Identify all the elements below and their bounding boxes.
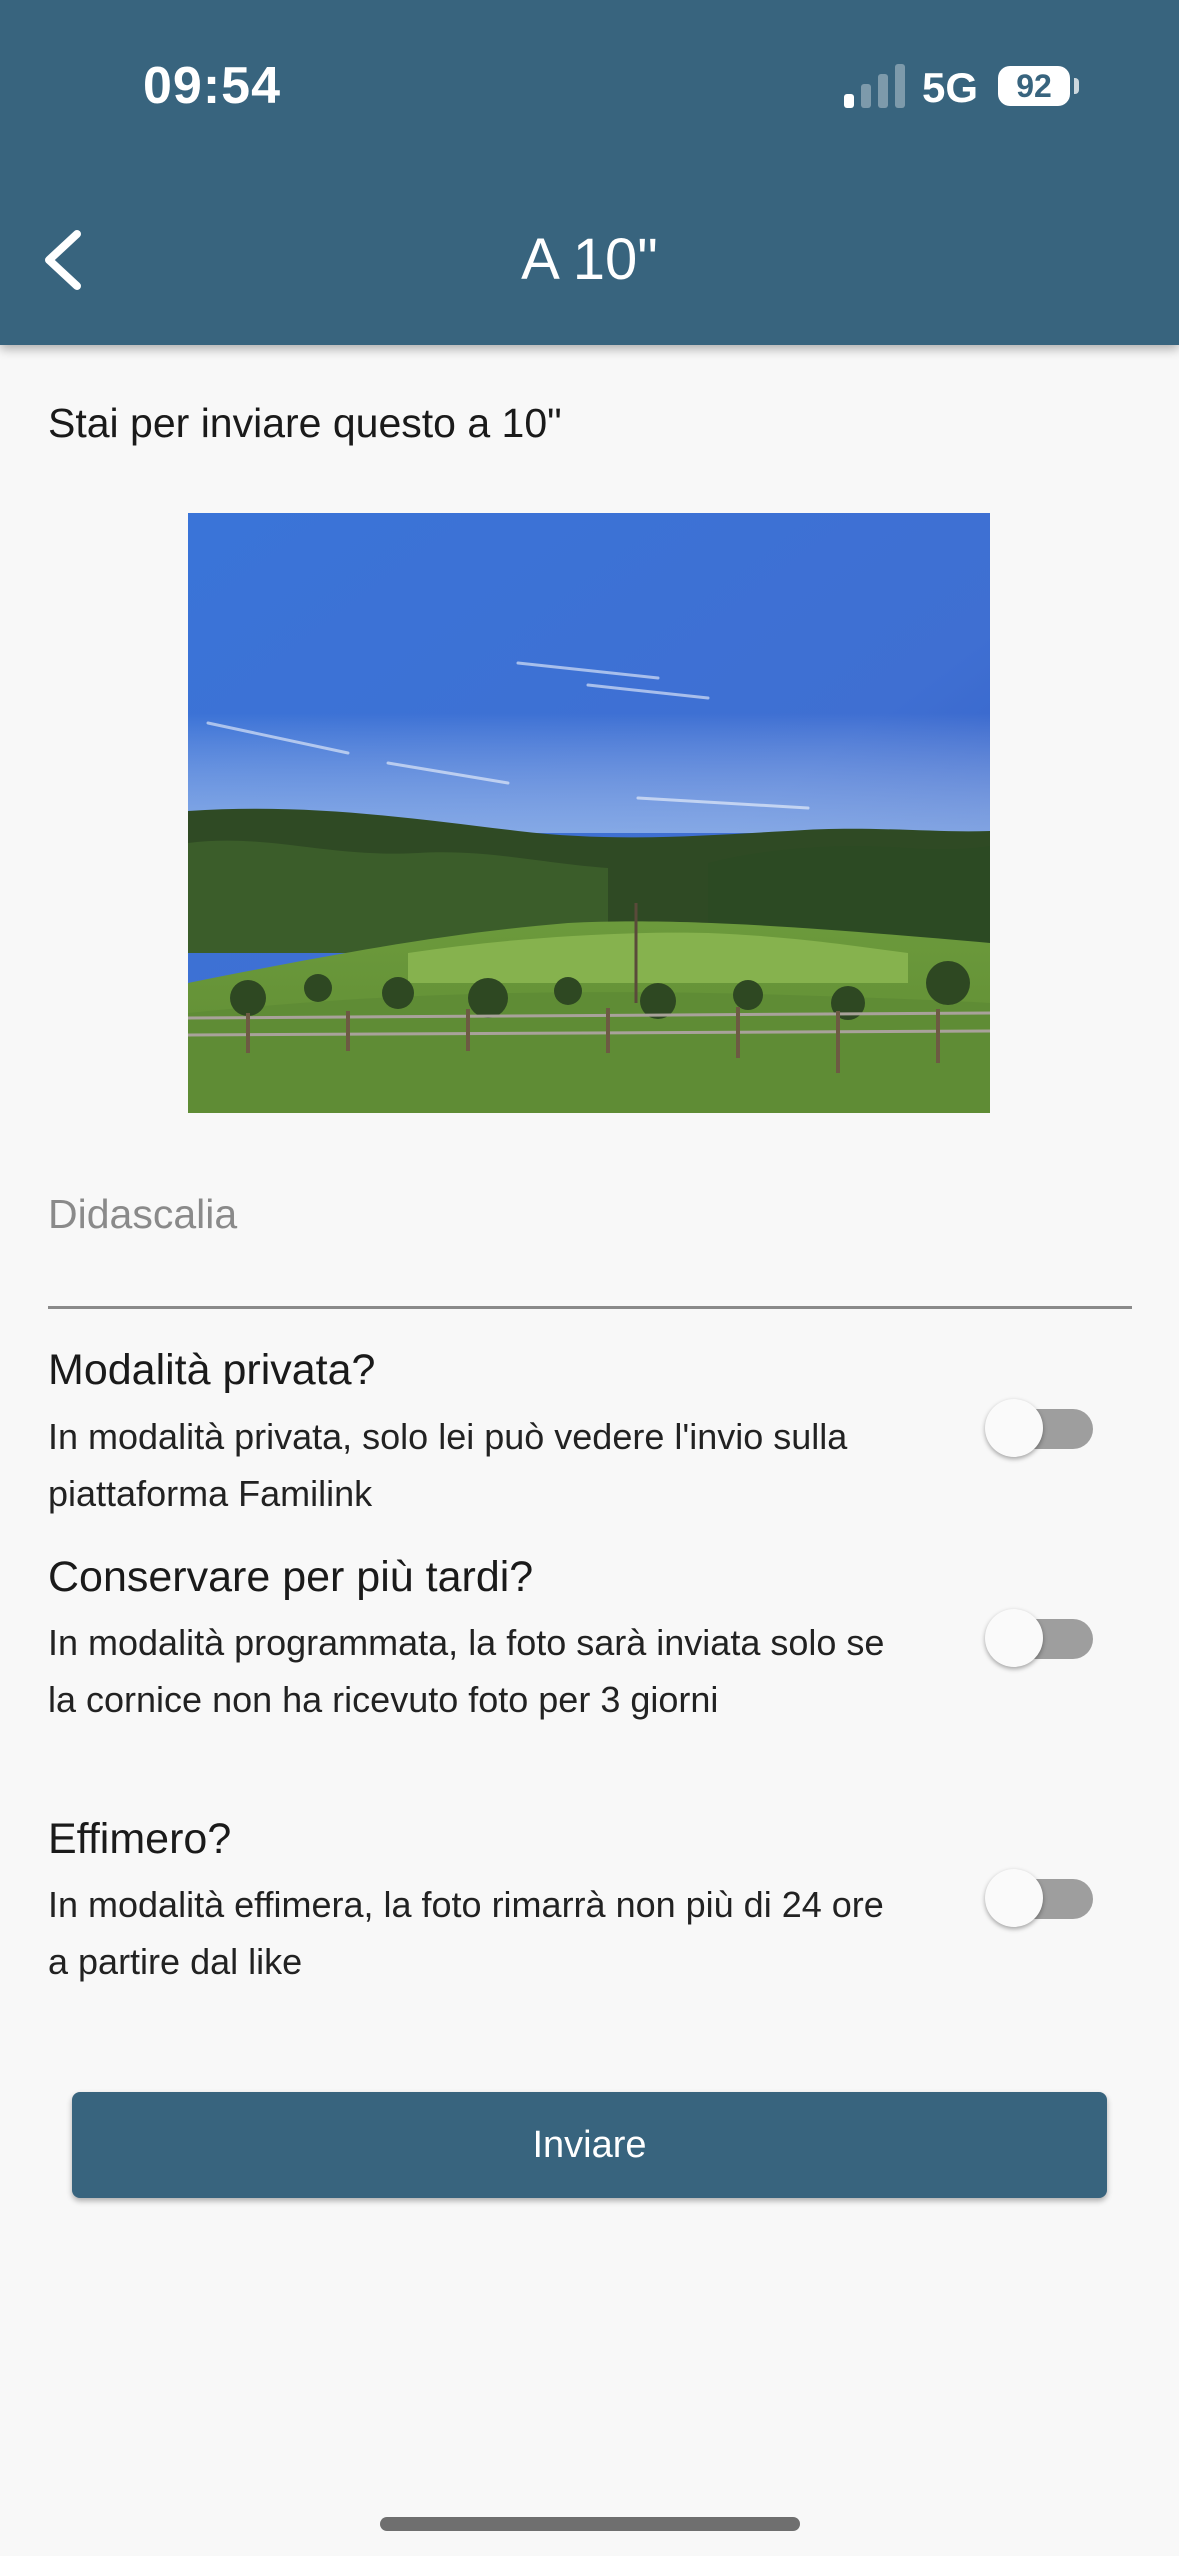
home-indicator[interactable]	[380, 2517, 800, 2531]
private-mode-title: Modalità privata?	[48, 1346, 376, 1394]
signal-strength-icon	[844, 64, 905, 108]
private-mode-description: In modalità privata, solo lei può vedere…	[48, 1416, 848, 1514]
battery-tip	[1074, 78, 1079, 94]
ephemeral-toggle[interactable]	[985, 1867, 1093, 1927]
battery-icon: 92	[998, 66, 1070, 106]
save-later-description: In modalità programmata, la foto sarà in…	[48, 1622, 885, 1720]
network-type: 5G	[922, 64, 979, 111]
photo-preview	[188, 513, 990, 1113]
save-later-title: Conservare per più tardi?	[48, 1553, 534, 1601]
save-later-toggle[interactable]	[985, 1607, 1093, 1667]
toggle-knob	[985, 1609, 1043, 1667]
caption-input[interactable]	[48, 1175, 1132, 1309]
battery-level: 92	[1016, 68, 1052, 104]
send-button[interactable]: Inviare	[72, 2092, 1107, 2198]
intro-text: Stai per inviare questo a 10"	[48, 400, 562, 446]
app-header: 09:54 5G 92 A 10"	[0, 0, 1179, 345]
ephemeral-title: Effimero?	[48, 1815, 232, 1863]
private-mode-toggle[interactable]	[985, 1397, 1093, 1457]
status-time: 09:54	[143, 57, 281, 115]
toggle-knob	[985, 1869, 1043, 1927]
page-title: A 10"	[521, 227, 658, 292]
toggle-knob	[985, 1399, 1043, 1457]
ephemeral-description: In modalità effimera, la foto rimarrà no…	[48, 1884, 884, 1982]
